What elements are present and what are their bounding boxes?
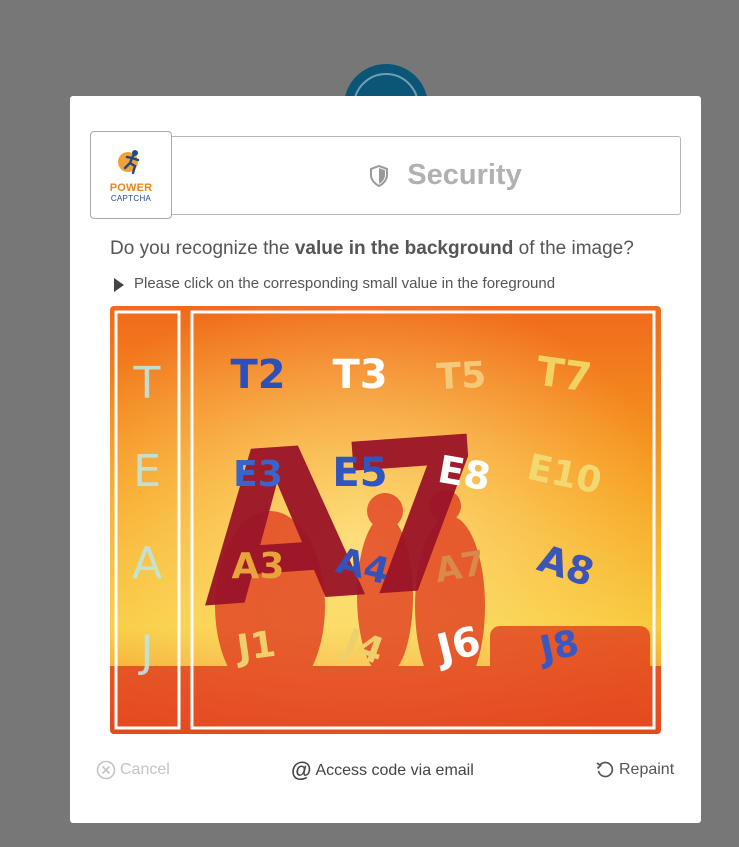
question-text-end: of the image? <box>513 238 634 259</box>
captcha-option-e5[interactable]: E5 <box>332 450 387 496</box>
cancel-icon <box>96 760 116 780</box>
captcha-option-a3[interactable]: A3 <box>232 546 285 587</box>
captcha-question: Do you recognize the value in the backgr… <box>110 238 634 260</box>
hint-text: Please click on the corresponding small … <box>134 275 556 292</box>
captcha-canvas[interactable]: A7 TEAJ T2 T3 T5 T7E3 E5 E8 E10A3 A4 A7 A8J1 J4 J6 J… <box>110 306 661 734</box>
background-value-glyph: A7 <box>190 392 481 656</box>
page-title: Security <box>407 159 522 191</box>
refresh-icon <box>596 761 614 778</box>
side-letter: E <box>133 446 161 497</box>
cancel-button[interactable]: Cancel <box>96 760 170 780</box>
side-letter: T <box>133 358 161 409</box>
captcha-option-t2[interactable]: T2 <box>230 352 285 398</box>
cancel-label: Cancel <box>120 761 170 778</box>
brand-name: POWER <box>109 182 153 194</box>
shield-icon <box>370 164 389 187</box>
email-label: Access code via email <box>315 761 474 779</box>
runner-icon <box>118 150 140 175</box>
brand-subtitle: CAPTCHA <box>110 194 152 203</box>
captcha-image[interactable]: A7 TEAJ T2 T3 T5 T7 E3 E5 E8 E10 A3 A4 A7 A8 J1 J4 J6 J… <box>110 306 661 734</box>
captcha-option-a7[interactable]: A7 <box>432 543 488 591</box>
captcha-option-j1[interactable]: J1 <box>232 624 279 670</box>
captcha-option-e3[interactable]: E3 <box>233 454 283 495</box>
question-emphasis: value in the background <box>294 238 514 259</box>
captcha-dialog: POWER CAPTCHA Security Do you recognize … <box>70 96 701 823</box>
captcha-option-e8[interactable]: E8 <box>435 447 494 499</box>
captcha-option-t7[interactable]: T7 <box>533 349 594 402</box>
email-access-button[interactable]: @ Access code via email <box>291 760 474 781</box>
repaint-label: Repaint <box>619 761 675 778</box>
side-letter: A <box>132 538 162 589</box>
background-value-text: A7 <box>190 392 481 656</box>
brand-logo: POWER CAPTCHA <box>90 131 172 219</box>
captcha-option-t5[interactable]: T5 <box>436 355 488 399</box>
question-text: Do you recognize the <box>110 238 295 259</box>
captcha-option-t3[interactable]: T3 <box>332 352 387 398</box>
header-box: Security <box>170 136 681 215</box>
triangle-right-icon <box>114 277 124 292</box>
side-letter: J <box>138 626 154 677</box>
repaint-button[interactable]: Repaint <box>595 760 674 780</box>
captcha-hint: Please click on the corresponding small … <box>114 275 555 292</box>
at-icon: @ <box>291 759 312 782</box>
